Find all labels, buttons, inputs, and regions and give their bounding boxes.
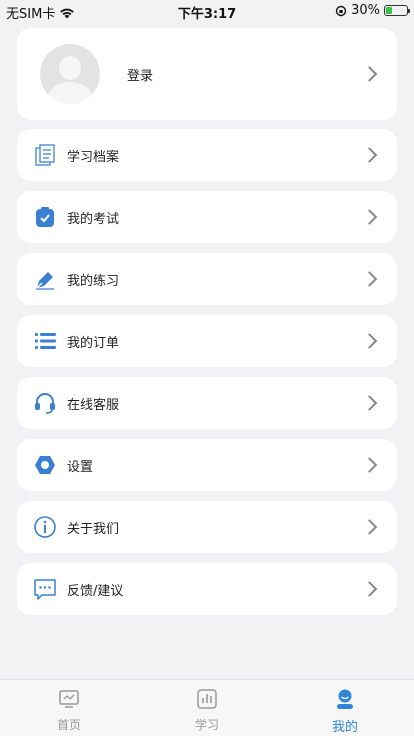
- document-icon: [35, 144, 55, 166]
- chevron-right-icon: [361, 519, 378, 535]
- user-icon: [337, 689, 353, 709]
- profile-card[interactable]: 登录: [17, 28, 397, 120]
- menu-item-label: 我的考试: [67, 212, 120, 227]
- menu-item-feedback[interactable]: 反馈/建议: [17, 563, 397, 615]
- login-label[interactable]: 登录: [127, 65, 153, 84]
- battery-icon: [384, 5, 410, 16]
- menu-item-settings[interactable]: 设置: [17, 439, 397, 491]
- tab-label: 首页: [56, 718, 81, 732]
- menu-item-my-practice[interactable]: 我的练习: [17, 253, 397, 305]
- menu-item-my-exams[interactable]: 我的考试: [17, 191, 397, 243]
- battery-percent: 30%: [351, 3, 380, 18]
- monitor-icon: [59, 690, 79, 708]
- tab-home[interactable]: 首页: [29, 688, 109, 733]
- menu-item-label: 学习档案: [67, 150, 120, 165]
- chevron-right-icon: [361, 395, 378, 411]
- tab-mine[interactable]: 我的: [305, 688, 385, 735]
- menu-item-label: 设置: [67, 460, 94, 475]
- chevron-right-icon: [361, 271, 378, 287]
- chevron-right-icon: [361, 147, 378, 163]
- menu-item-my-orders[interactable]: 我的订单: [17, 315, 397, 367]
- menu-item-about-us[interactable]: 关于我们: [17, 501, 397, 553]
- list-icon: [35, 333, 56, 349]
- tab-label: 我的: [331, 720, 358, 735]
- menu-item-online-service[interactable]: 在线客服: [17, 377, 397, 429]
- exam-icon: [36, 207, 54, 227]
- menu-item-label: 反馈/建议: [67, 584, 124, 599]
- pen-icon: [36, 272, 54, 290]
- menu-item-label: 我的练习: [67, 274, 120, 289]
- tab-study[interactable]: 学习: [167, 688, 247, 733]
- menu-item-label: 我的订单: [67, 336, 120, 351]
- chevron-right-icon: [361, 457, 378, 473]
- settings-icon: [35, 456, 55, 474]
- orientation-lock-icon: [335, 5, 347, 16]
- tab-bar: 首页 学习 我的: [0, 679, 414, 736]
- chevron-right-icon: [361, 333, 378, 349]
- tab-label: 学习: [194, 718, 219, 732]
- status-bar: 无SIM卡 下午3:17 30%: [0, 0, 414, 22]
- info-icon: [34, 516, 56, 538]
- menu-item-study-record[interactable]: 学习档案: [17, 129, 397, 181]
- avatar[interactable]: [40, 44, 100, 104]
- chevron-right-icon: [361, 581, 378, 597]
- chart-icon: [197, 689, 217, 709]
- headset-icon: [35, 393, 55, 414]
- menu-item-label: 在线客服: [67, 398, 120, 413]
- menu-item-label: 关于我们: [67, 522, 120, 537]
- status-right: 30%: [335, 3, 410, 18]
- chevron-right-icon: [361, 66, 378, 82]
- feedback-icon: [34, 579, 56, 600]
- chevron-right-icon: [361, 209, 378, 225]
